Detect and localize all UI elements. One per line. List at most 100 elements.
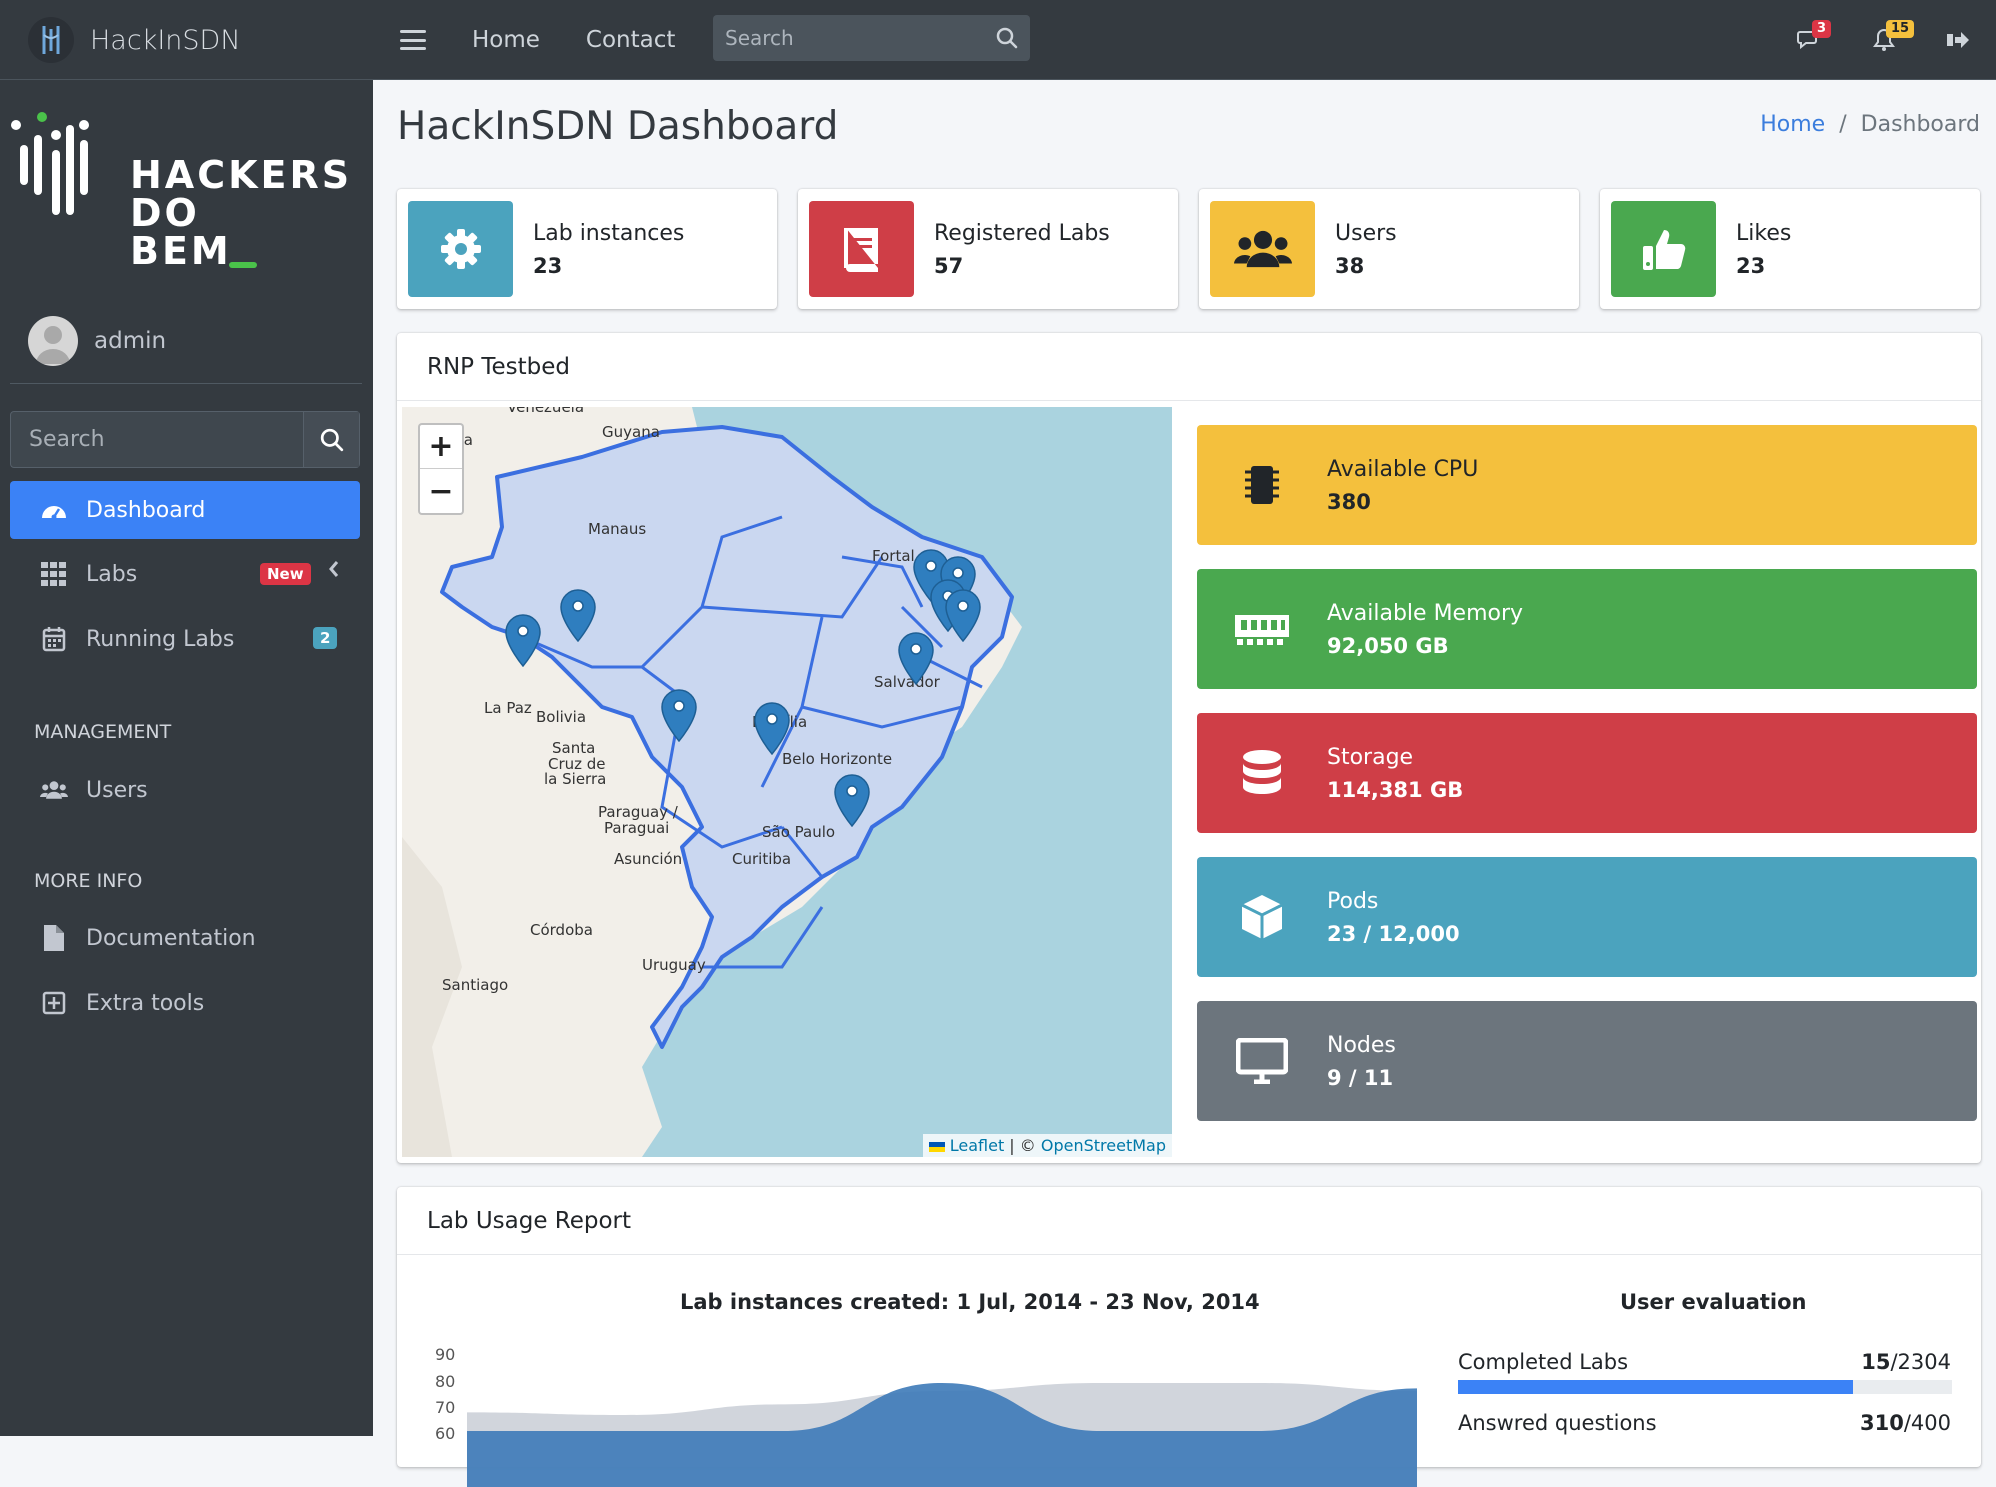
brand[interactable]: HackInSDN: [0, 0, 373, 80]
map-zoom-control: + −: [418, 423, 464, 515]
sidebar-item-label: Labs: [86, 561, 138, 587]
messages-button[interactable]: 3: [1796, 20, 1832, 54]
map-label-sao-paulo: São Paulo: [762, 823, 835, 841]
progress-bar-fill: [1458, 1380, 1854, 1394]
progress-count: 15: [1861, 1350, 1891, 1374]
user-name: admin: [94, 327, 167, 354]
map-label-curitiba: Curitiba: [732, 850, 791, 868]
progress-total: /2304: [1890, 1350, 1951, 1374]
progress-value-completed-labs: 15/2304: [1861, 1350, 1951, 1374]
logout-button[interactable]: [1944, 26, 1972, 54]
top-search-button[interactable]: [984, 15, 1030, 61]
sidebar: HACKERS DO BEM admin Dashboard Labs New …: [0, 80, 373, 1436]
progress-count: 310: [1859, 1411, 1904, 1435]
nav-home-link[interactable]: Home: [472, 27, 540, 53]
info-box-users: Users 38: [1199, 189, 1579, 309]
lab-instances-area-chart: [467, 1383, 1417, 1487]
more-info-header: MORE INFO: [34, 870, 143, 892]
grid-icon: [40, 560, 68, 588]
info-box-registered-labs: Registered Labs 57: [798, 189, 1178, 309]
info-box-likes: Likes 23: [1600, 189, 1980, 309]
resource-value: 9 / 11: [1327, 1065, 1394, 1090]
menu-toggle-icon[interactable]: [400, 30, 426, 50]
map-label-cordoba: Córdoba: [530, 921, 593, 939]
management-header: MANAGEMENT: [34, 721, 172, 743]
gauge-icon: [40, 496, 68, 524]
resource-label: Storage: [1327, 744, 1414, 770]
resource-value: 114,381 GB: [1327, 777, 1464, 802]
cpu-icon: [1197, 462, 1327, 508]
sidebar-search-button[interactable]: [303, 412, 359, 467]
map-label-santiago: Santiago: [442, 976, 508, 994]
info-label: Likes: [1736, 220, 1792, 246]
zoom-in-button[interactable]: +: [420, 425, 462, 469]
map-label-salvador: Salvador: [874, 673, 941, 691]
map-attribution: Leaflet | © OpenStreetMap: [922, 1134, 1172, 1157]
nav-contact-link[interactable]: Contact: [586, 27, 675, 53]
sidebar-item-labs[interactable]: Labs New: [10, 545, 360, 603]
brand-name: HackInSDN: [90, 24, 241, 56]
openstreetmap-link[interactable]: OpenStreetMap: [1041, 1136, 1166, 1155]
top-navbar: HackInSDN Home Contact 3 15: [0, 0, 1996, 80]
resource-label: Pods: [1327, 888, 1379, 914]
map-label-la-sierra: la Sierra: [544, 770, 606, 788]
search-icon: [996, 27, 1018, 49]
info-label: Registered Labs: [934, 220, 1110, 246]
info-label: Lab instances: [533, 220, 685, 246]
resource-label: Nodes: [1327, 1032, 1396, 1058]
brand-logo-icon: [28, 17, 74, 63]
resource-box-cpu: Available CPU 380: [1197, 425, 1977, 545]
y-tick-label: 80: [435, 1372, 456, 1391]
monitor-icon: [1197, 1038, 1327, 1084]
rnp-testbed-card: RNP Testbed Venezuela bia G: [397, 333, 1981, 1163]
sidebar-item-dashboard[interactable]: Dashboard: [10, 481, 360, 539]
info-value: 38: [1335, 253, 1365, 278]
resource-label: Available CPU: [1327, 456, 1479, 482]
info-value: 57: [934, 253, 964, 278]
sidebar-item-label: Extra tools: [86, 990, 205, 1016]
map-label-uruguay: Uruguay: [642, 956, 706, 974]
info-label: Users: [1335, 220, 1397, 246]
sidebar-item-running-labs[interactable]: Running Labs 2: [10, 610, 360, 668]
memory-icon: [1197, 611, 1327, 647]
sidebar-item-extra-tools[interactable]: Extra tools: [10, 974, 360, 1032]
progress-label-completed-labs: Completed Labs: [1458, 1350, 1629, 1374]
sidebar-item-documentation[interactable]: Documentation: [10, 909, 360, 967]
logo-text-bem: BEM: [130, 229, 232, 270]
breadcrumb-home-link[interactable]: Home: [1760, 112, 1825, 137]
y-tick-label: 60: [435, 1424, 456, 1443]
sign-out-icon: [1947, 32, 1969, 48]
search-icon: [320, 428, 343, 451]
progress-total: /400: [1903, 1411, 1951, 1435]
leaflet-link[interactable]: Leaflet: [950, 1136, 1004, 1155]
info-value: 23: [533, 253, 563, 278]
top-search-input[interactable]: [713, 15, 984, 61]
y-tick-label: 70: [435, 1398, 456, 1417]
page-title: HackInSDN Dashboard: [397, 104, 839, 149]
map-label-fortaleza: Fortal: [872, 547, 915, 565]
book-icon: [809, 201, 914, 297]
map-label-asuncion: Asunción: [614, 850, 682, 868]
info-value: 23: [1736, 253, 1766, 278]
progress-value-answered-questions: 310/400: [1860, 1411, 1951, 1435]
notifications-button[interactable]: 15: [1870, 20, 1915, 54]
progress-bar-completed-labs: [1458, 1380, 1952, 1394]
breadcrumb: Home / Dashboard: [1760, 112, 1980, 137]
running-labs-count-badge: 2: [313, 627, 338, 649]
resource-value: 380: [1327, 489, 1371, 514]
evaluation-title: User evaluation: [1620, 1290, 1807, 1314]
hackers-do-bem-logo: HACKERS DO BEM: [10, 105, 360, 273]
sidebar-item-label: Dashboard: [86, 497, 206, 523]
progress-label-answered-questions: Answred questions: [1458, 1411, 1657, 1435]
sidebar-search-input[interactable]: [11, 412, 303, 467]
chart-title: Lab instances created: 1 Jul, 2014 - 23 …: [680, 1290, 1260, 1314]
resource-box-memory: Available Memory 92,050 GB: [1197, 569, 1977, 689]
messages-badge: 3: [1812, 20, 1832, 38]
calendar-icon: [40, 625, 68, 653]
user-panel[interactable]: admin: [10, 298, 362, 384]
top-search-bar: [713, 15, 1030, 61]
sidebar-item-users[interactable]: Users: [10, 761, 360, 819]
testbed-map[interactable]: Venezuela bia Guyana Manaus Fortal Salva…: [402, 407, 1172, 1157]
resource-value: 92,050 GB: [1327, 633, 1449, 658]
zoom-out-button[interactable]: −: [420, 469, 462, 513]
